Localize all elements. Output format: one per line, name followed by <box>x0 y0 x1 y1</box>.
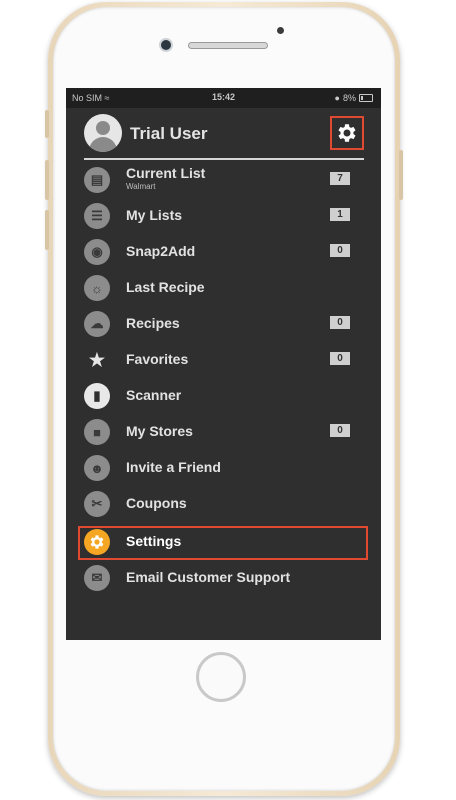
settings-gear-button[interactable] <box>330 116 364 150</box>
menu-item-current-list[interactable]: ▤ Current List Walmart 7 <box>80 164 366 196</box>
menu-item-label: Email Customer Support <box>126 569 291 585</box>
count-badge: 0 <box>330 316 350 329</box>
menu-item-snap2add[interactable]: ◉ Snap2Add 0 <box>80 236 366 268</box>
coupon-icon: ✂ <box>84 491 110 517</box>
menu-item-scanner[interactable]: ▮ Scanner <box>80 380 366 412</box>
menu-item-my-stores[interactable]: ■ My Stores 0 <box>80 416 366 448</box>
menu-item-label: Coupons <box>126 495 187 511</box>
header-divider <box>84 158 364 160</box>
side-button <box>45 210 49 250</box>
count-badge: 7 <box>330 172 350 185</box>
menu-item-label: Recipes <box>126 315 180 331</box>
store-icon: ■ <box>84 419 110 445</box>
menu-item-favorites[interactable]: ★ Favorites 0 <box>80 344 366 376</box>
side-button <box>45 110 49 138</box>
recipe-icon: ☼ <box>84 275 110 301</box>
user-name: Trial User <box>130 124 208 143</box>
menu-item-label: My Lists <box>126 207 183 223</box>
menu-item-label: My Stores <box>126 423 193 439</box>
chef-hat-icon: ☁ <box>84 311 110 337</box>
profile-header[interactable]: Trial User <box>84 114 364 154</box>
avatar <box>84 114 122 152</box>
count-badge: 0 <box>330 244 350 257</box>
battery-percent: 8% <box>342 93 356 103</box>
gear-icon <box>338 124 356 142</box>
settings-highlight-box <box>78 526 368 560</box>
menu-item-my-lists[interactable]: ☰ My Lists 1 <box>80 200 366 232</box>
menu-item-label: Invite a Friend <box>126 459 221 475</box>
list-icon: ▤ <box>84 167 110 193</box>
earpiece-speaker <box>188 42 268 49</box>
menu-item-email-support[interactable]: ✉ Email Customer Support <box>80 562 366 594</box>
front-camera <box>161 40 171 50</box>
invite-icon: ☻ <box>84 455 110 481</box>
menu-item-label: Snap2Add <box>126 243 196 259</box>
menu-item-sublabel: Walmart <box>126 182 156 191</box>
camera-icon: ◉ <box>84 239 110 265</box>
menu-item-last-recipe[interactable]: ☼ Last Recipe <box>80 272 366 304</box>
status-bar: No SIM ≈ 15:42 ● 8% <box>66 88 381 108</box>
menu-item-recipes[interactable]: ☁ Recipes 0 <box>80 308 366 340</box>
menu-item-label: Current List <box>126 165 206 181</box>
side-button <box>399 150 403 200</box>
status-right: ● 8% <box>335 93 373 103</box>
home-button[interactable] <box>196 652 246 702</box>
count-badge: 1 <box>330 208 350 221</box>
star-icon: ★ <box>88 349 106 370</box>
count-badge: 0 <box>330 352 350 365</box>
count-badge: 0 <box>330 424 350 437</box>
battery-icon <box>359 94 373 102</box>
barcode-icon: ▮ <box>84 383 110 409</box>
menu-item-label: Scanner <box>126 387 182 403</box>
lists-icon: ☰ <box>84 203 110 229</box>
menu-item-label: Favorites <box>126 351 189 367</box>
menu-item-invite-friend[interactable]: ☻ Invite a Friend <box>80 452 366 484</box>
proximity-sensor <box>277 27 284 34</box>
support-icon: ✉ <box>84 565 110 591</box>
side-button <box>45 160 49 200</box>
app-screen: No SIM ≈ 15:42 ● 8% Trial User ▤ Current… <box>66 88 381 640</box>
shield-icon: ● <box>334 93 340 103</box>
menu-item-label: Last Recipe <box>126 279 205 295</box>
menu-item-coupons[interactable]: ✂ Coupons <box>80 488 366 520</box>
